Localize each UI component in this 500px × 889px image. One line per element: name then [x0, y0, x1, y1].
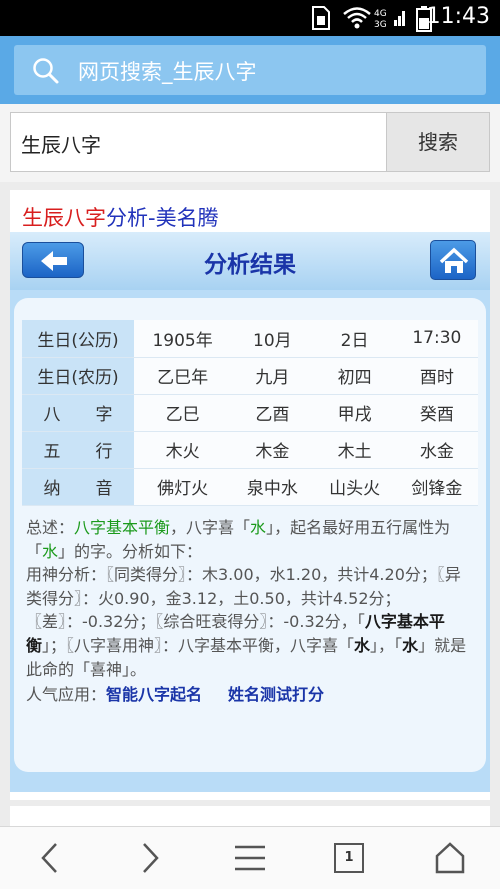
- browser-search-text: 网页搜索_生辰八字: [78, 60, 257, 84]
- table-cell: 剑锋金: [395, 468, 478, 506]
- summary-text: 」；〖八字喜用神〗：八字基本平衡，八字喜「: [42, 635, 355, 655]
- table-row: 生日(公历) 1905年 10月 2日 17:30: [22, 320, 478, 358]
- status-bar: 4G 3G 11:43: [0, 0, 500, 36]
- page-title: 生辰八字分析-美名腾: [22, 202, 219, 232]
- table-cell: 癸酉: [395, 394, 478, 432]
- row-label: 八字: [22, 394, 134, 432]
- links-label: 人气应用：: [26, 685, 107, 705]
- page-title-red: 生辰八字: [22, 206, 106, 230]
- analysis-summary: 总述：八字基本平衡，八字喜「水」，起名最好用五行属性为「水」的字。分析如下： 用…: [26, 516, 476, 707]
- home-icon: [439, 247, 469, 273]
- row-label: 纳音: [22, 468, 134, 506]
- browser-search-field[interactable]: 网页搜索_生辰八字: [14, 45, 486, 95]
- app-links: 人气应用：智能八字起名 姓名测试打分: [26, 683, 476, 707]
- summary-text: 」的字。分析如下：: [58, 541, 203, 561]
- table-cell: 乙巳年: [134, 357, 232, 395]
- network-label-4g: 4G: [374, 9, 387, 19]
- table-row: 五行 木火 木金 木土 水金: [22, 431, 478, 469]
- signal-icon: 4G 3G: [374, 9, 405, 30]
- panel-title: 分析结果: [204, 252, 296, 278]
- browser-bottom-nav: 1: [0, 826, 500, 889]
- row-label-part: 行: [95, 442, 113, 462]
- row-label: 生日(农历): [22, 357, 134, 395]
- summary-text: 「: [356, 612, 365, 632]
- network-label-3g: 3G: [374, 20, 387, 30]
- row-label-part: 八: [43, 405, 61, 425]
- table-cell: 初四: [313, 357, 396, 395]
- search-form: 生辰八字 搜索: [0, 104, 500, 182]
- table-cell: 乙酉: [231, 394, 314, 432]
- row-label: 生日(公历): [22, 320, 134, 358]
- search-button[interactable]: 搜索: [386, 112, 490, 172]
- summary-highlight: 八字基本平衡: [74, 518, 171, 537]
- table-cell: 10月: [231, 320, 314, 358]
- wifi-icon: [343, 7, 371, 29]
- summary-bold: 水: [402, 635, 419, 655]
- tabs-icon[interactable]: 1: [334, 843, 364, 873]
- summary-bold: 水: [354, 635, 371, 655]
- table-row: 八字 乙巳 乙酉 甲戌 癸酉: [22, 394, 478, 432]
- link-name-test[interactable]: 姓名测试打分: [228, 685, 324, 704]
- row-label-part: 纳: [43, 479, 61, 499]
- clock: 11:43: [426, 4, 490, 29]
- table-cell: 1905年: [134, 320, 232, 358]
- back-chevron-icon[interactable]: [38, 841, 62, 875]
- table-row: 生日(农历) 乙巳年 九月 初四 酉时: [22, 357, 478, 395]
- table-cell: 水金: [395, 431, 478, 469]
- table-cell: 佛灯火: [134, 468, 232, 506]
- table-cell: 2日: [313, 320, 396, 358]
- bazi-table: 生日(公历) 1905年 10月 2日 17:30 生日(农历) 乙巳年 九月 …: [22, 320, 478, 506]
- table-cell: 乙巳: [134, 394, 232, 432]
- row-label: 五行: [22, 431, 134, 469]
- menu-icon[interactable]: [233, 841, 267, 875]
- panel-header: 分析结果: [10, 232, 490, 290]
- row-label-part: 音: [95, 479, 113, 499]
- row-label-part: 字: [95, 405, 113, 425]
- page-title-rest: 分析-美名腾: [106, 206, 219, 230]
- table-row: 纳音 佛灯火 泉中水 山头火 剑锋金: [22, 468, 478, 506]
- table-cell: 木火: [134, 431, 232, 469]
- summary-highlight: 水: [42, 541, 59, 561]
- summary-text: 总述：: [26, 518, 75, 537]
- table-cell: 木金: [231, 431, 314, 469]
- table-cell: 泉中水: [231, 468, 314, 506]
- result-card: 生日(公历) 1905年 10月 2日 17:30 生日(农历) 乙巳年 九月 …: [14, 298, 486, 772]
- search-icon: [33, 58, 59, 84]
- link-smart-naming[interactable]: 智能八字起名: [106, 685, 202, 704]
- row-label-part: 五: [43, 442, 61, 462]
- home-outline-icon[interactable]: [434, 841, 466, 875]
- forward-chevron-icon[interactable]: [138, 841, 162, 875]
- table-cell: 木土: [313, 431, 396, 469]
- table-cell: 17:30: [395, 320, 478, 358]
- summary-text: ，八字喜「: [170, 518, 251, 537]
- result-panel: 分析结果 生日(公历) 1905年 10月 2日 17:30 生日(农历) 乙巳…: [10, 232, 490, 792]
- next-section: [10, 806, 490, 826]
- search-input[interactable]: 生辰八字: [10, 112, 387, 172]
- table-cell: 甲戌: [313, 394, 396, 432]
- summary-highlight: 水: [250, 518, 267, 537]
- table-cell: 山头火: [313, 468, 396, 506]
- main-content: 生辰八字分析-美名腾 分析结果 生日(公历) 1905年 10月 2日 17:3…: [10, 190, 490, 800]
- sim-icon: [312, 6, 330, 30]
- table-cell: 酉时: [395, 357, 478, 395]
- summary-text: 」，「: [370, 635, 403, 655]
- browser-toolbar: 网页搜索_生辰八字: [0, 36, 500, 104]
- table-cell: 九月: [231, 357, 314, 395]
- home-button[interactable]: [430, 240, 476, 280]
